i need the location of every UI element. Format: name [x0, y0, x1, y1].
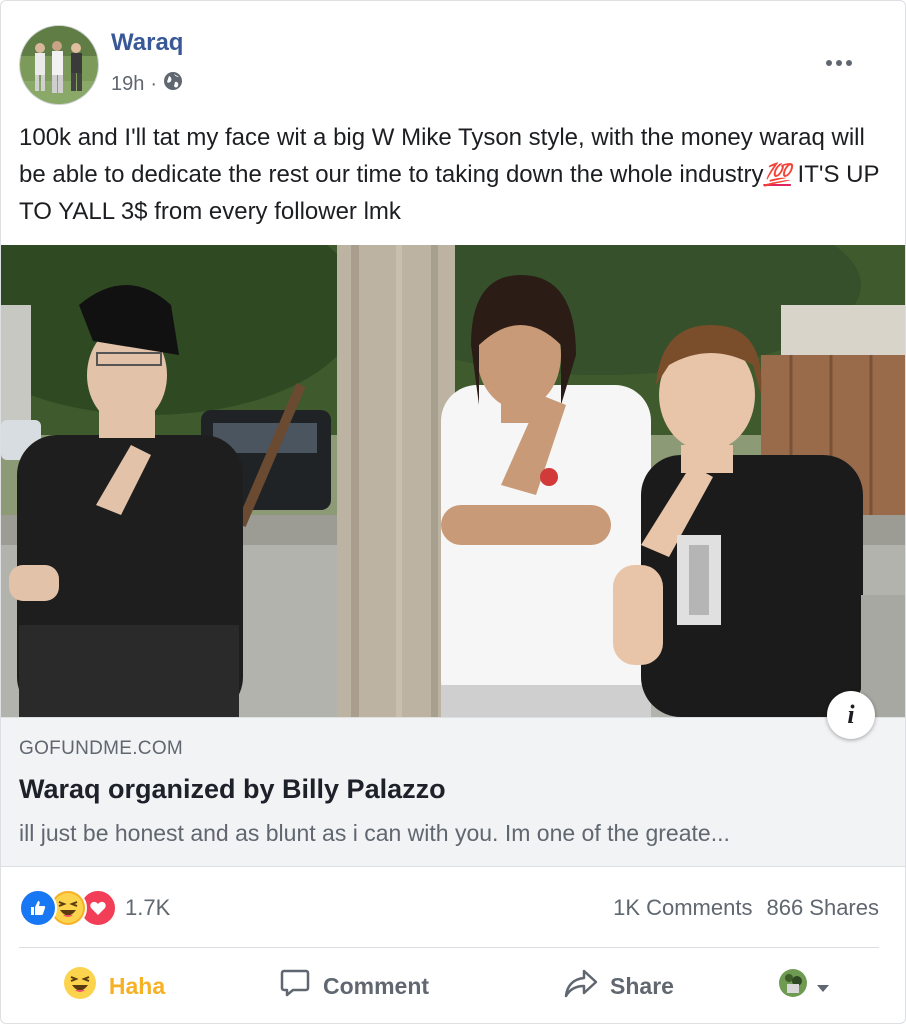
post-meta: 19h ·: [111, 71, 183, 97]
comment-button[interactable]: Comment: [209, 956, 499, 1016]
more-options-icon[interactable]: [821, 53, 857, 73]
globe-icon: [163, 71, 183, 97]
post-as-selector[interactable]: [739, 956, 869, 1016]
reactions-summary[interactable]: 1.7K: [19, 889, 170, 927]
share-icon: [564, 968, 598, 1004]
link-domain: GOFUNDME.COM: [19, 738, 184, 759]
comments-count[interactable]: 1K Comments: [613, 895, 752, 921]
post-text-part1: 100k and I'll tat my face wit a big W Mi…: [19, 124, 865, 188]
post-text: 100k and I'll tat my face wit a big W Mi…: [19, 119, 885, 230]
reaction-count[interactable]: 1.7K: [125, 895, 170, 921]
comment-share-counts: 1K Comments 866 Shares: [613, 895, 879, 921]
post-card: Waraq 19h · 100k and I'll tat my face wi…: [0, 0, 906, 1024]
author-name[interactable]: Waraq: [111, 29, 183, 57]
actions-divider: [19, 947, 879, 948]
haha-label: Haha: [108, 972, 166, 999]
profile-avatar-small: [778, 968, 808, 1004]
post-photo[interactable]: [1, 245, 905, 717]
engagement-stats: 1.7K 1K Comments 866 Shares: [19, 883, 879, 931]
link-description: ill just be honest and as blunt as i can…: [19, 820, 730, 846]
action-bar: Haha Comment Share: [19, 949, 885, 1023]
haha-reaction-icon: [63, 966, 97, 1006]
comment-icon: [279, 967, 311, 1005]
comment-label: Comment: [322, 972, 430, 999]
share-label: Share: [610, 972, 674, 999]
post-time[interactable]: 19h: [111, 73, 144, 96]
post-header: Waraq 19h ·: [19, 25, 879, 105]
meta-separator: ·: [150, 72, 158, 95]
caret-down-icon: [816, 973, 830, 1000]
like-icon: [19, 889, 57, 927]
link-preview[interactable]: GOFUNDME.COM Waraq organized by Billy Pa…: [1, 717, 905, 867]
author-avatar[interactable]: [19, 25, 99, 105]
shares-count[interactable]: 866 Shares: [766, 895, 879, 921]
share-button[interactable]: Share: [499, 956, 739, 1016]
link-title[interactable]: Waraq organized by Billy Palazzo: [19, 774, 446, 805]
haha-button[interactable]: Haha: [19, 956, 209, 1016]
hundred-emoji: 💯: [763, 162, 791, 187]
info-icon[interactable]: i: [827, 691, 875, 739]
